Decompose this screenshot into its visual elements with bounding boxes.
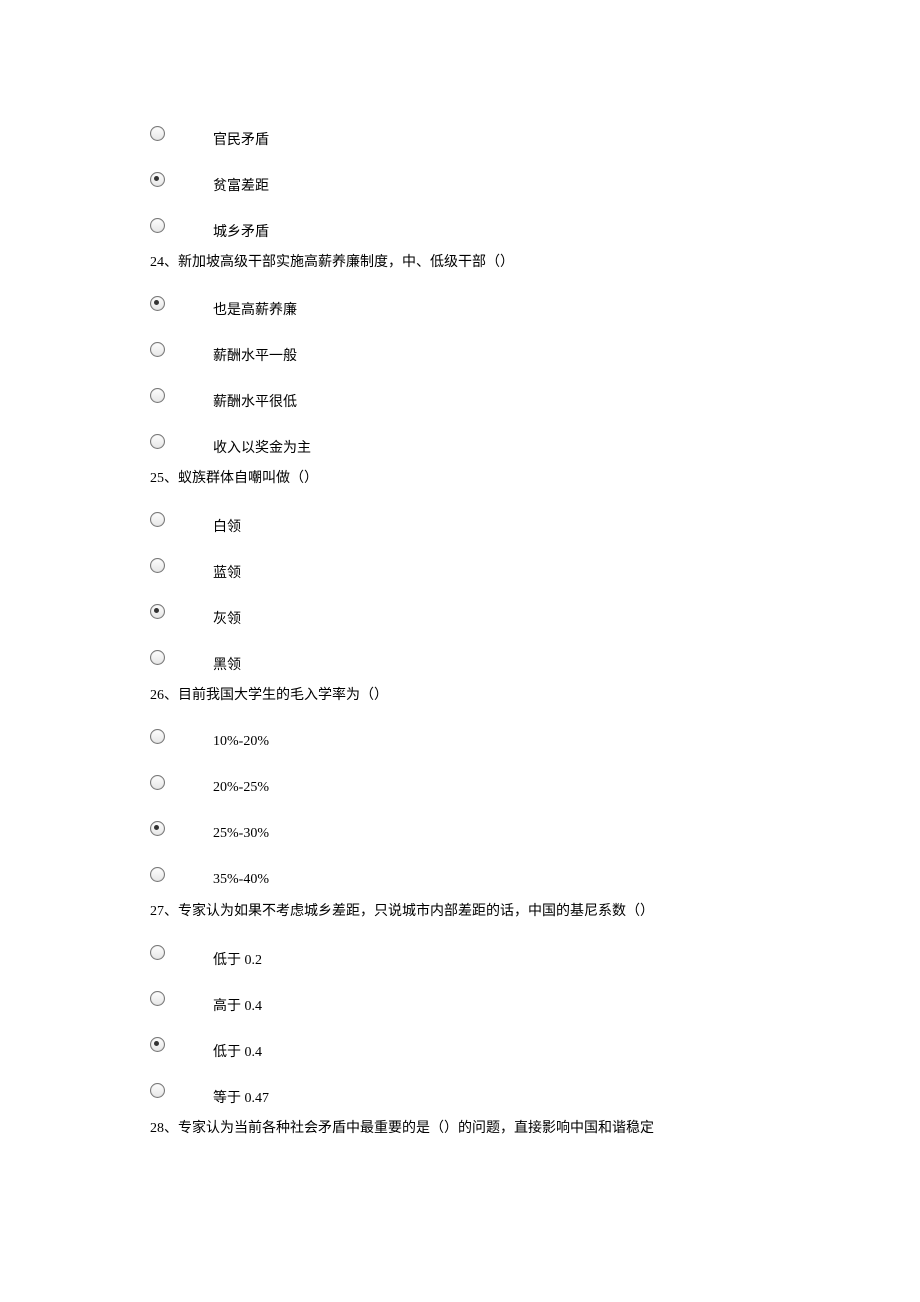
option-label: 等于 0.47	[165, 1087, 269, 1107]
option-row[interactable]: 等于 0.47	[150, 1068, 770, 1114]
radio-icon	[150, 867, 165, 882]
option-label: 20%-25%	[165, 780, 269, 796]
radio-icon	[150, 388, 165, 403]
radio-icon	[150, 126, 165, 141]
option-label: 蓝领	[165, 562, 241, 582]
option-row[interactable]: 白领	[150, 497, 770, 543]
option-label: 城乡矛盾	[165, 221, 269, 241]
radio-icon	[150, 991, 165, 1006]
option-row[interactable]: 薪酬水平一般	[150, 326, 770, 372]
option-label: 25%-30%	[165, 826, 269, 842]
option-row[interactable]: 10%-20%	[150, 713, 770, 759]
option-label: 低于 0.2	[165, 949, 262, 969]
option-row[interactable]: 高于 0.4	[150, 976, 770, 1022]
radio-icon	[150, 945, 165, 960]
option-label: 10%-20%	[165, 734, 269, 750]
option-label: 黑领	[165, 654, 241, 674]
question-text: 25、蚁族群体自嘲叫做（）	[150, 468, 770, 490]
radio-icon	[150, 512, 165, 527]
option-row[interactable]: 也是高薪养廉	[150, 280, 770, 326]
option-row[interactable]: 收入以奖金为主	[150, 418, 770, 464]
option-label: 低于 0.4	[165, 1041, 262, 1061]
option-row[interactable]: 官民矛盾	[150, 110, 770, 156]
option-row[interactable]: 黑领	[150, 635, 770, 681]
option-row[interactable]: 低于 0.2	[150, 930, 770, 976]
radio-icon	[150, 821, 165, 836]
radio-icon	[150, 775, 165, 790]
option-label: 灰领	[165, 608, 241, 628]
option-row[interactable]: 35%-40%	[150, 851, 770, 897]
question-text: 27、专家认为如果不考虑城乡差距，只说城市内部差距的话，中国的基尼系数（）	[150, 901, 770, 923]
radio-icon	[150, 342, 165, 357]
option-label: 贫富差距	[165, 175, 269, 195]
option-label: 薪酬水平很低	[165, 391, 297, 411]
radio-icon	[150, 604, 165, 619]
option-label: 也是高薪养廉	[165, 299, 297, 319]
option-row[interactable]: 蓝领	[150, 543, 770, 589]
question-text: 26、目前我国大学生的毛入学率为（）	[150, 685, 770, 707]
radio-icon	[150, 218, 165, 233]
radio-icon	[150, 729, 165, 744]
option-row[interactable]: 25%-30%	[150, 805, 770, 851]
option-label: 收入以奖金为主	[165, 437, 311, 457]
option-label: 35%-40%	[165, 872, 269, 888]
option-label: 白领	[165, 516, 241, 536]
option-row[interactable]: 贫富差距	[150, 156, 770, 202]
option-row[interactable]: 薪酬水平很低	[150, 372, 770, 418]
radio-icon	[150, 172, 165, 187]
question-text: 28、专家认为当前各种社会矛盾中最重要的是（）的问题，直接影响中国和谐稳定	[150, 1118, 770, 1140]
option-label: 薪酬水平一般	[165, 345, 297, 365]
radio-icon	[150, 650, 165, 665]
option-row[interactable]: 城乡矛盾	[150, 202, 770, 248]
radio-icon	[150, 1037, 165, 1052]
radio-icon	[150, 434, 165, 449]
radio-icon	[150, 1083, 165, 1098]
radio-icon	[150, 558, 165, 573]
document-page: 官民矛盾 贫富差距 城乡矛盾 24、新加坡高级干部实施高薪养廉制度，中、低级干部…	[0, 0, 920, 1226]
option-label: 高于 0.4	[165, 995, 262, 1015]
option-row[interactable]: 灰领	[150, 589, 770, 635]
option-label: 官民矛盾	[165, 129, 269, 149]
radio-icon	[150, 296, 165, 311]
question-text: 24、新加坡高级干部实施高薪养廉制度，中、低级干部（）	[150, 252, 770, 274]
option-row[interactable]: 20%-25%	[150, 759, 770, 805]
option-row[interactable]: 低于 0.4	[150, 1022, 770, 1068]
